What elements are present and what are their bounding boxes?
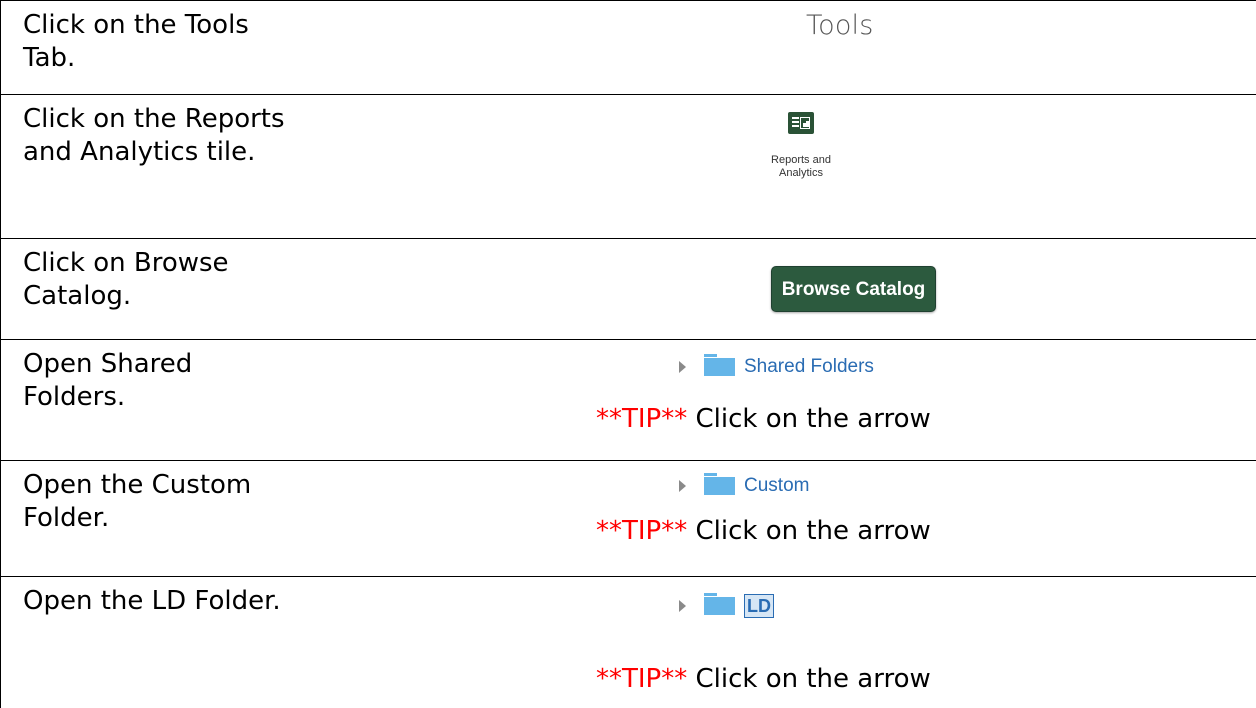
step-instruction: Click on the Reports and Analytics tile. [23,104,285,167]
custom-folder-tree-item: Custom [679,473,809,497]
folder-icon [704,354,735,376]
ld-folder-tree-item: LD [679,593,774,618]
expand-arrow-icon[interactable] [679,480,686,492]
tip-text: Click on the arrow [687,404,931,434]
tip-text: Click on the arrow [687,516,931,546]
step-row-browse: Click on Browse Catalog. Browse Catalog [1,239,1256,340]
step-instruction: Open Shared Folders. [23,349,193,412]
step-instruction: Open the LD Folder. [23,586,281,616]
tip-note: **TIP** Click on the arrow [596,516,931,546]
step-row-shared: Open Shared Folders. Shared Folders **TI… [1,340,1256,461]
folder-icon [704,473,735,495]
folder-label[interactable]: LD [744,594,774,618]
reports-analytics-tile[interactable]: Reports and Analytics [341,95,1256,238]
tip-marker: **TIP** [596,664,688,694]
tip-note: **TIP** Click on the arrow [596,664,931,694]
tip-marker: **TIP** [596,516,688,546]
folder-label[interactable]: Custom [744,475,809,497]
instruction-table: Click on the Tools Tab. Tools Click on t… [0,0,1256,708]
step-visual: LD **TIP** Click on the arrow [341,577,1256,708]
folder-label[interactable]: Shared Folders [744,356,874,378]
browse-catalog-button[interactable]: Browse Catalog [771,266,936,312]
step-row-ld: Open the LD Folder. LD **TIP** Click on … [1,577,1256,708]
expand-arrow-icon[interactable] [679,361,686,373]
tile-caption: Reports and Analytics [771,154,831,179]
step-row-reports: Click on the Reports and Analytics tile.… [1,95,1256,239]
step-row-custom: Open the Custom Folder. Custom **TIP** C… [1,461,1256,577]
step-instruction: Open the Custom Folder. [23,470,252,533]
shared-folders-tree-item: Shared Folders [679,354,874,378]
tip-marker: **TIP** [596,404,688,434]
step-visual: Shared Folders **TIP** Click on the arro… [341,340,1256,460]
tools-tab[interactable]: Tools [806,10,874,41]
step-instruction: Click on Browse Catalog. [23,248,229,311]
step-visual: Tools [341,1,1256,94]
step-row-tools: Click on the Tools Tab. Tools [1,1,1256,95]
step-instruction: Click on the Tools Tab. [23,10,249,73]
tip-text: Click on the arrow [687,664,931,694]
expand-arrow-icon[interactable] [679,600,686,612]
folder-icon [704,593,735,615]
report-analytics-icon [788,112,814,134]
step-visual: Browse Catalog [341,239,1256,339]
tip-note: **TIP** Click on the arrow [596,404,931,434]
step-visual: Custom **TIP** Click on the arrow [341,461,1256,576]
